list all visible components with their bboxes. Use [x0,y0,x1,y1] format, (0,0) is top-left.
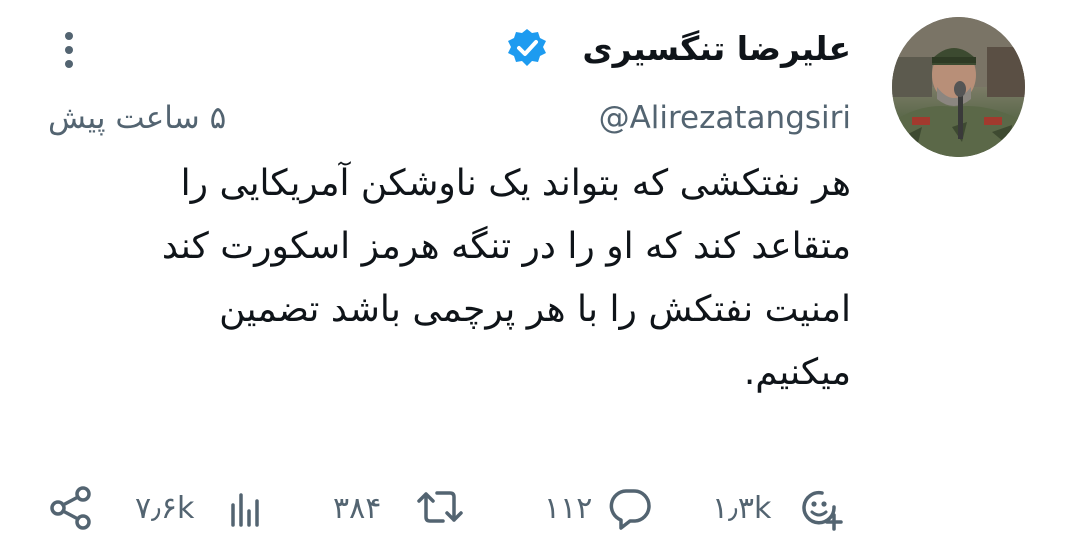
tweet-text-line: هر نفتکشی که بتواند یک ناوشکن آمریکایی ر… [180,163,851,204]
display-name[interactable]: علیرضا تنگسیری [582,26,851,72]
reply-button[interactable]: ۱۱۲ [544,485,656,533]
tweet-text-line: متقاعد کند که او را در تنگه هرمز اسکورت … [161,226,851,267]
reply-icon [609,489,651,530]
share-button[interactable] [48,485,94,533]
add-reaction-icon [802,490,843,531]
profile-photo [892,17,1025,157]
retweet-icon [417,491,463,523]
handle[interactable]: @Alirezatangsiri [599,96,851,140]
views-button[interactable]: ۷٫۶k [135,485,275,533]
views-count: ۷٫۶k [135,491,195,526]
tweet-text-line: امنیت نفتکش را با هر پرچمی باشد تضمین [219,289,851,330]
verified-badge-icon [508,29,546,66]
reaction-button[interactable]: ۱٫۳k [712,485,847,533]
tweet-text: هر نفتکشی که بتواند یک ناوشکن آمریکایی ر… [91,152,851,404]
share-icon [50,486,91,530]
timestamp[interactable]: ۵ ساعت پیش [48,96,226,140]
reaction-count: ۱٫۳k [712,491,772,526]
avatar[interactable] [892,17,1025,157]
tweet-text-line: میکنیم. [743,352,851,393]
retweet-count: ۳۸۴ [333,491,382,526]
views-icon [231,493,259,527]
more-options-icon[interactable] [54,28,84,72]
reply-count: ۱۱۲ [544,491,593,526]
retweet-button[interactable]: ۳۸۴ [333,485,469,533]
